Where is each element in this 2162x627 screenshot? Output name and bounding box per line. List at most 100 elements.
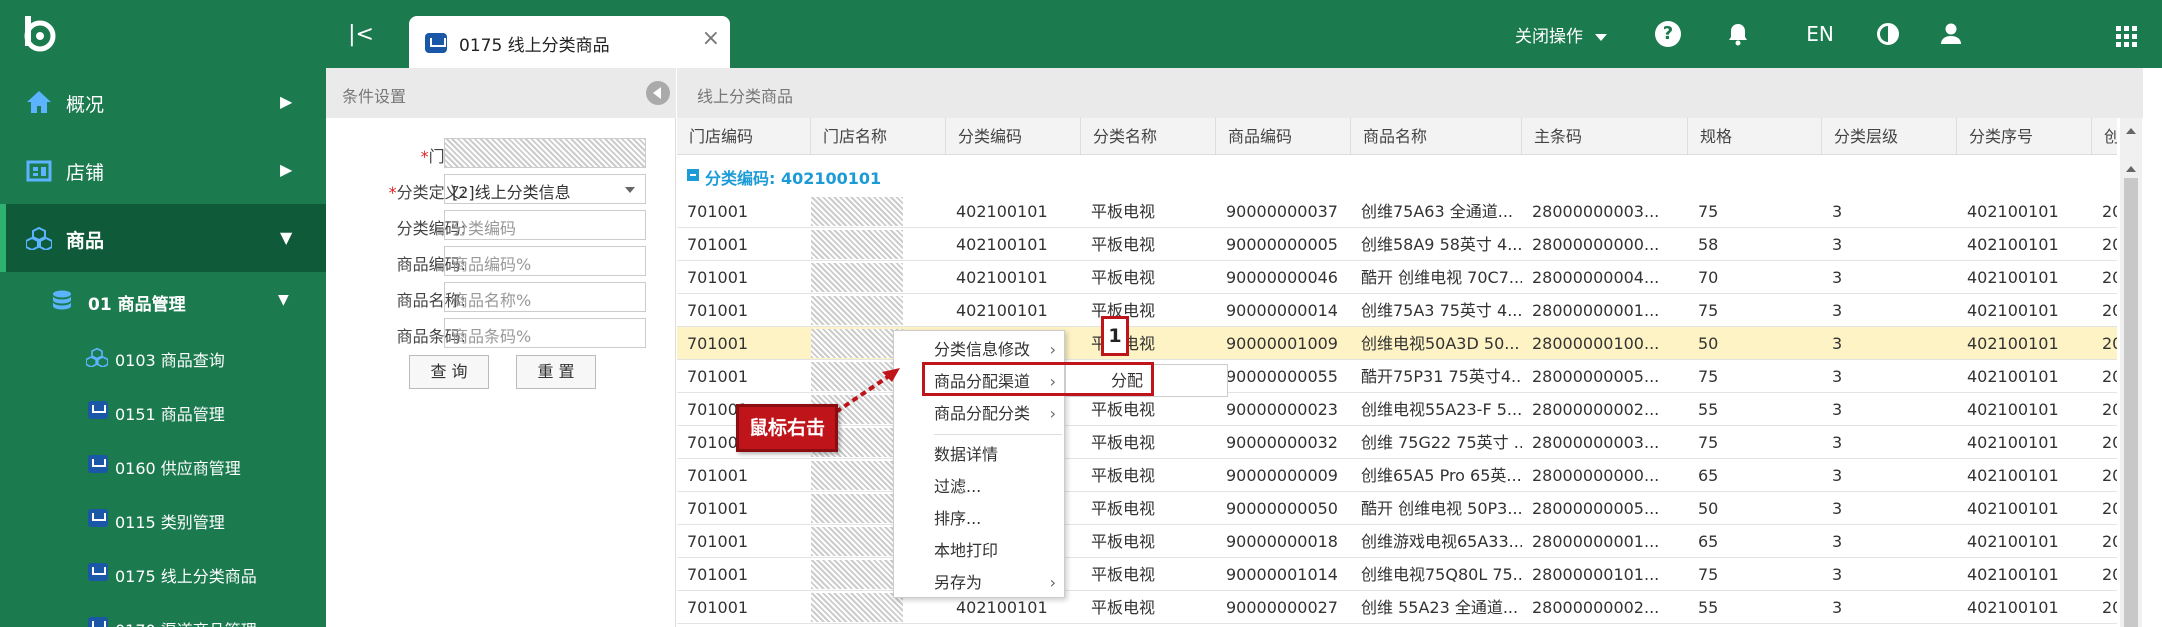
chevron-down-icon (625, 187, 635, 193)
cell-spec: 75 (1698, 301, 1719, 320)
apps-grid-icon[interactable] (2108, 18, 2144, 50)
sidebar-group-product-management[interactable]: 01 商品管理 ▼ (0, 272, 326, 330)
menu-item-print[interactable]: 本地打印 (894, 535, 1064, 567)
language-toggle[interactable]: EN (1795, 18, 1845, 50)
collapse-sidebar-icon[interactable]: |< (346, 20, 376, 50)
col-seq[interactable]: 分类序号 (1957, 118, 2092, 155)
column-header-row: 门店编码 门店名称 分类编码 分类名称 商品编码 商品名称 主条码 规格 分类层… (677, 118, 2117, 155)
user-icon[interactable] (1935, 18, 1967, 50)
category-def-select[interactable]: [2]线上分类信息 (444, 174, 646, 204)
menu-item-assign-category[interactable]: 商品分配分类 › (894, 398, 1064, 430)
group-label: 分类编码: 402100101 (705, 169, 882, 188)
sidebar-item-0170[interactable]: 0170 渠道商品管理 (0, 600, 326, 627)
highlight-box (922, 362, 1154, 396)
col-store-name[interactable]: 门店名称 (811, 118, 946, 155)
menu-item-save-as[interactable]: 另存为 › (894, 567, 1064, 599)
cell-bar: 28000000101... (1532, 565, 1660, 584)
scroll-up-icon[interactable] (2126, 128, 2136, 134)
cell-spec: 75 (1698, 565, 1719, 584)
cell-seq: 402100101 (1967, 202, 2059, 221)
bell-icon[interactable] (1722, 18, 1754, 50)
collapse-group-icon[interactable] (687, 169, 699, 181)
product-code-row: 商品编码: 商品编码% (326, 243, 676, 277)
col-barcode[interactable]: 主条码 (1522, 118, 1688, 155)
menu-item-filter[interactable]: 过滤... (894, 471, 1064, 503)
col-product-code[interactable]: 商品编码 (1216, 118, 1351, 155)
sidebar-item-overview[interactable]: 概况 ▶ (0, 68, 326, 136)
cell-catname: 平板电视 (1091, 598, 1156, 617)
collapse-panel-icon[interactable] (646, 81, 670, 105)
category-code-input[interactable]: 分类编码 (444, 210, 646, 240)
table-row[interactable]: 701001 402100101 平板电视 90000000037 创维75A63 全通… (677, 195, 2117, 228)
cell-seq: 402100101 (1967, 268, 2059, 287)
sidebar-item-product[interactable]: 商品 ▼ (0, 204, 326, 272)
sidebar: 概况 ▶ 店铺 ▶ 商品 ▼ 01 商品管理 ▼ 0103 商品查询 0151 … (0, 68, 326, 627)
cell-spec: 55 (1698, 598, 1719, 617)
store-icon (26, 160, 52, 182)
tab-0175[interactable]: 0175 线上分类商品 × (409, 16, 730, 68)
sidebar-item-0115[interactable]: 0115 类别管理 (0, 492, 326, 546)
col-store-code[interactable]: 门店编码 (677, 118, 811, 155)
query-button[interactable]: 查 询 (409, 355, 489, 389)
product-name-input[interactable]: 商品名称% (444, 282, 646, 312)
sidebar-item-store[interactable]: 店铺 ▶ (0, 136, 326, 204)
cell-catname: 平板电视 (1091, 235, 1156, 254)
chevron-down-icon: ▼ (278, 292, 289, 308)
help-icon[interactable]: ? (1652, 18, 1684, 50)
chevron-right-icon: ▶ (280, 160, 293, 179)
cell-code: 90000000027 (1226, 598, 1338, 617)
col-product-name[interactable]: 商品名称 (1351, 118, 1522, 155)
sidebar-item-0160[interactable]: 0160 供应商管理 (0, 438, 326, 492)
menu-item-label: 另存为 (934, 573, 983, 592)
cell-cat: 402100101 (956, 202, 1048, 221)
sidebar-item-0103[interactable]: 0103 商品查询 (0, 330, 326, 384)
menu-item-sort[interactable]: 排序... (894, 503, 1064, 535)
cell-time: 2022 (2102, 532, 2117, 551)
group-row[interactable]: 分类编码: 402100101 (677, 155, 2117, 195)
col-category-code[interactable]: 分类编码 (946, 118, 1081, 155)
reset-button[interactable]: 重 置 (516, 355, 596, 389)
sidebar-item-0175[interactable]: 0175 线上分类商品 (0, 546, 326, 600)
cell-level: 3 (1832, 235, 1843, 254)
menu-item-details[interactable]: 数据详情 (894, 439, 1064, 471)
cell-seq: 402100101 (1967, 499, 2059, 518)
barcode-input[interactable]: 商品条码% (444, 318, 646, 348)
cell-time: 2022 (2102, 235, 2117, 254)
cell-catname: 平板电视 (1091, 400, 1156, 419)
menu-divider (934, 434, 1062, 435)
col-spec[interactable]: 规格 (1688, 118, 1822, 155)
sidebar-item-0151[interactable]: 0151 商品管理 (0, 384, 326, 438)
cell-redacted (811, 294, 946, 327)
database-icon (53, 290, 71, 310)
cart-icon (88, 401, 108, 419)
close-operations-dropdown[interactable]: 关闭操作 (1515, 22, 1607, 47)
cell-time: 2022 (2102, 301, 2117, 320)
menu-item-label: 商品分配分类 (934, 404, 1031, 423)
chevron-right-icon: › (1049, 573, 1056, 592)
table-row[interactable]: 701001 402100101 平板电视 90000000014 创维75A3 75英… (677, 294, 2117, 327)
cell-bar: 28000000004... (1532, 268, 1660, 287)
chevron-right-icon: ▶ (280, 92, 293, 111)
cell-store: 701001 (687, 334, 749, 353)
theme-contrast-icon[interactable] (1872, 18, 1904, 50)
cell-catname: 平板电视 (1091, 433, 1156, 452)
table-row[interactable]: 701001 402100101 平板电视 90000000046 酷开 创维电视 70… (677, 261, 2117, 294)
col-created[interactable]: 创建时间 (2092, 118, 2117, 155)
store-row: *门店: (326, 135, 676, 169)
cell-name: 酷开75P31 75英寸4... (1361, 367, 1522, 386)
category-code-row: 分类编码: 分类编码 (326, 207, 676, 241)
cell-catname: 平板电视 (1091, 202, 1156, 221)
app-logo-icon[interactable] (18, 12, 62, 56)
category-def-row: *分类定义: [2]线上分类信息 (326, 171, 676, 205)
cell-spec: 50 (1698, 499, 1719, 518)
cell-time: 2022 (2102, 598, 2117, 617)
col-level[interactable]: 分类层级 (1822, 118, 1957, 155)
close-icon[interactable]: × (702, 26, 720, 51)
scrollbar-thumb[interactable] (2124, 178, 2138, 627)
grid-scrollbar[interactable] (2120, 118, 2142, 627)
table-row[interactable]: 701001 402100101 平板电视 90000000005 创维58A9 58英… (677, 228, 2117, 261)
product-code-input[interactable]: 商品编码% (444, 246, 646, 276)
scroll-up-icon[interactable] (2126, 166, 2136, 172)
col-category-name[interactable]: 分类名称 (1081, 118, 1216, 155)
store-field[interactable] (444, 138, 646, 168)
